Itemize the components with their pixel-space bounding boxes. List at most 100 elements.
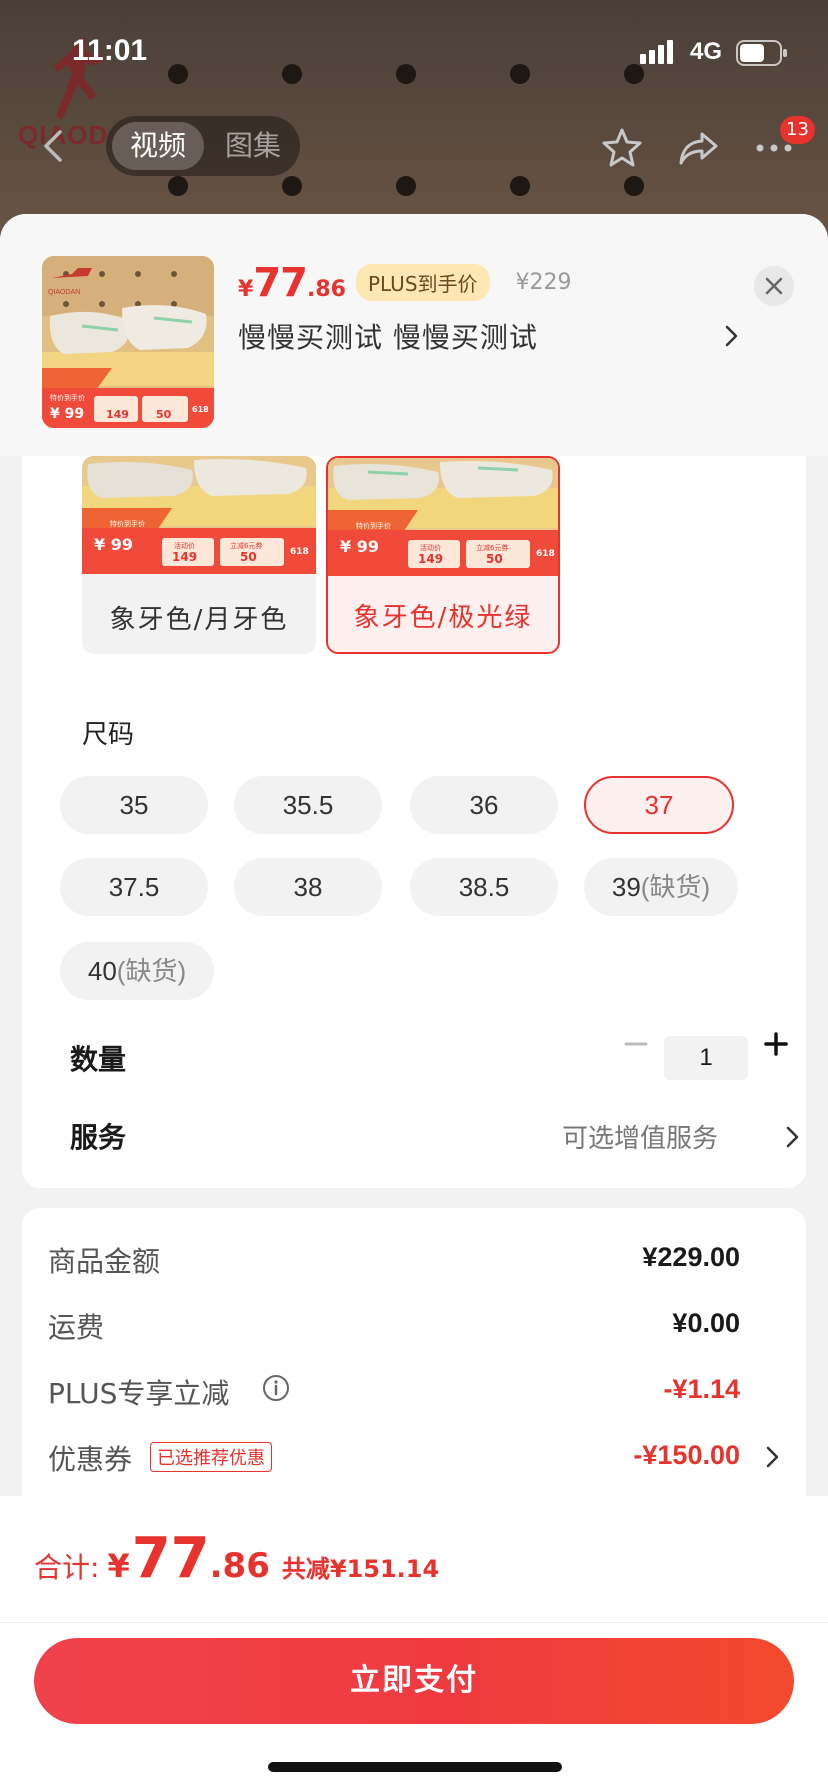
total-currency: ¥ bbox=[107, 1547, 130, 1585]
pay-now-button[interactable]: 立即支付 bbox=[34, 1638, 794, 1724]
cellular-signal-icon bbox=[640, 40, 673, 64]
pegboard-hole bbox=[282, 176, 302, 196]
size-value: 36 bbox=[469, 790, 499, 820]
plus-price-badge: PLUS到手价 bbox=[355, 263, 490, 301]
size-chip-40-out-of-stock[interactable]: 40(缺货) bbox=[60, 942, 214, 1000]
service-label: 服务 bbox=[70, 1121, 127, 1154]
svg-text:618: 618 bbox=[290, 547, 309, 557]
pegboard-hole bbox=[168, 176, 188, 196]
svg-text:QIAODAN: QIAODAN bbox=[48, 289, 80, 296]
pegboard-hole bbox=[396, 176, 416, 196]
size-value: 37.5 bbox=[108, 872, 160, 902]
original-price: ¥229 bbox=[515, 269, 572, 295]
plus-discount-value: -¥1.14 bbox=[663, 1374, 740, 1404]
total-label: 合计: bbox=[34, 1551, 100, 1584]
top-nav: 视频 图集 13 bbox=[0, 112, 828, 178]
star-favorite-icon[interactable] bbox=[600, 126, 644, 170]
price-decimal: .86 bbox=[306, 277, 346, 302]
color-option-label: 象牙色/极光绿 bbox=[353, 603, 533, 633]
footer-divider bbox=[0, 1622, 828, 1623]
out-of-stock-note: (缺货) bbox=[640, 872, 711, 902]
subtotal-label: 商品金额 bbox=[48, 1245, 161, 1278]
product-price: ¥ 77 .86 PLUS到手价 ¥229 bbox=[238, 260, 572, 306]
product-summary-header: QIAODAN 特价到手价 ¥ 99 149 50 618 ¥ 77 .86 P… bbox=[0, 214, 828, 456]
size-value: 37 bbox=[644, 790, 674, 820]
chevron-right-icon[interactable] bbox=[784, 1124, 802, 1150]
message-count-badge: 13 bbox=[780, 116, 815, 144]
total-decimal: .86 bbox=[209, 1546, 270, 1586]
purchase-sheet: 特价到手价 ¥ 99 活动价 149 立减6元券 50 618 象牙色/月牙色 bbox=[0, 214, 828, 1792]
coupon-label: 优惠券 bbox=[48, 1443, 133, 1476]
svg-text:50: 50 bbox=[486, 552, 503, 566]
size-section-title: 尺码 bbox=[82, 720, 135, 750]
product-thumbnail: QIAODAN 特价到手价 ¥ 99 149 50 618 bbox=[42, 256, 214, 428]
color-option-thumbnail: 特价到手价 ¥ 99 活动价 149 立减6元券 50 618 bbox=[328, 458, 558, 576]
chevron-right-icon[interactable] bbox=[764, 1444, 782, 1470]
shipping-value: ¥0.00 bbox=[672, 1308, 740, 1338]
chevron-right-icon[interactable] bbox=[722, 322, 742, 350]
quantity-label: 数量 bbox=[70, 1043, 127, 1076]
coupon-applied-tag: 已选推荐优惠 bbox=[150, 1442, 272, 1472]
color-option[interactable]: 特价到手价 ¥ 99 活动价 149 立减6元券 50 618 象牙色/月牙色 bbox=[82, 456, 316, 654]
svg-text:特价到手价: 特价到手价 bbox=[50, 393, 85, 402]
svg-text:618: 618 bbox=[536, 549, 555, 559]
svg-text:特价到手价: 特价到手价 bbox=[110, 519, 145, 528]
home-indicator[interactable] bbox=[268, 1762, 562, 1772]
order-total: 合计: ¥ 77 .86 共减¥151.14 bbox=[34, 1526, 439, 1591]
color-option-selected[interactable]: 特价到手价 ¥ 99 活动价 149 立减6元券 50 618 象牙色/极光绿 bbox=[326, 456, 560, 654]
info-icon[interactable] bbox=[262, 1374, 290, 1402]
size-chip-37-5[interactable]: 37.5 bbox=[60, 858, 208, 916]
size-chip-39-out-of-stock[interactable]: 39(缺货) bbox=[584, 858, 738, 916]
price-breakdown-card: 商品金额 ¥229.00 运费 ¥0.00 PLUS专享立减 -¥1.14 优惠… bbox=[22, 1208, 806, 1528]
pegboard-hole bbox=[510, 176, 530, 196]
svg-text:¥ 99: ¥ 99 bbox=[50, 406, 84, 422]
svg-text:¥ 99: ¥ 99 bbox=[94, 535, 133, 554]
size-value: 35 bbox=[119, 790, 149, 820]
status-time: 11:01 bbox=[72, 34, 148, 67]
size-chip-35[interactable]: 35 bbox=[60, 776, 208, 834]
total-integer: 77 bbox=[131, 1526, 210, 1591]
close-icon[interactable] bbox=[754, 266, 794, 306]
size-chip-38[interactable]: 38 bbox=[234, 858, 382, 916]
size-value: 40 bbox=[87, 956, 117, 986]
size-value: 38.5 bbox=[458, 872, 510, 902]
size-chip-37-selected[interactable]: 37 bbox=[584, 776, 734, 834]
checkout-footer: 合计: ¥ 77 .86 共减¥151.14 立即支付 bbox=[0, 1496, 828, 1792]
size-chip-38-5[interactable]: 38.5 bbox=[410, 858, 558, 916]
service-selector[interactable]: 可选增值服务 bbox=[562, 1118, 718, 1155]
out-of-stock-note: (缺货) bbox=[116, 956, 187, 986]
tab-gallery[interactable]: 图集 bbox=[208, 122, 298, 170]
coupon-value[interactable]: -¥150.00 bbox=[633, 1440, 740, 1471]
svg-text:立减6元券: 立减6元券 bbox=[476, 543, 508, 552]
back-arrow-icon[interactable] bbox=[34, 126, 74, 166]
shipping-label: 运费 bbox=[48, 1311, 105, 1344]
currency-symbol: ¥ bbox=[238, 277, 254, 302]
quantity-increase-icon[interactable] bbox=[762, 1030, 790, 1058]
share-icon[interactable] bbox=[676, 126, 720, 170]
size-chip-35-5[interactable]: 35.5 bbox=[234, 776, 382, 834]
svg-text:149: 149 bbox=[172, 550, 197, 564]
status-bar: 11:01 4G bbox=[0, 0, 828, 100]
quantity-decrease-icon[interactable] bbox=[622, 1030, 650, 1058]
svg-text:立减6元券: 立减6元券 bbox=[230, 541, 262, 550]
quantity-input[interactable]: 1 bbox=[664, 1036, 748, 1080]
media-tab-switcher: 视频 图集 bbox=[106, 116, 300, 176]
size-value: 38 bbox=[293, 872, 323, 902]
svg-text:50: 50 bbox=[240, 550, 257, 564]
svg-text:特价到手价: 特价到手价 bbox=[356, 521, 391, 530]
svg-text:149: 149 bbox=[106, 408, 129, 421]
tab-video[interactable]: 视频 bbox=[112, 122, 204, 170]
pegboard-hole bbox=[624, 176, 644, 196]
size-chip-36[interactable]: 36 bbox=[410, 776, 558, 834]
battery-icon bbox=[736, 40, 787, 66]
subtotal-value: ¥229.00 bbox=[642, 1242, 740, 1272]
svg-text:149: 149 bbox=[418, 552, 443, 566]
network-type: 4G bbox=[690, 38, 723, 65]
svg-text:618: 618 bbox=[192, 405, 209, 414]
size-value: 39 bbox=[611, 872, 641, 902]
selected-spec-text[interactable]: 慢慢买测试 慢慢买测试 bbox=[238, 316, 538, 356]
svg-text:活动价: 活动价 bbox=[174, 541, 195, 550]
size-value: 35.5 bbox=[282, 790, 334, 820]
svg-text:活动价: 活动价 bbox=[420, 543, 441, 552]
color-option-label: 象牙色/月牙色 bbox=[109, 605, 289, 635]
